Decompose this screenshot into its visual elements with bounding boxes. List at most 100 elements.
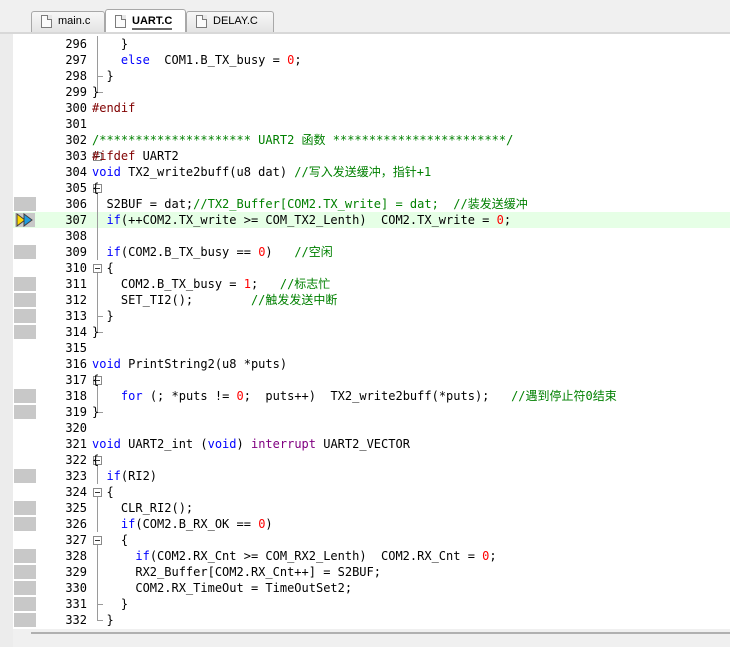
code-line[interactable]: 313 } bbox=[13, 308, 730, 324]
code-line[interactable]: 314} bbox=[13, 324, 730, 340]
code-text[interactable]: else COM1.B_TX_busy = 0; bbox=[92, 52, 302, 68]
gutter-marker[interactable] bbox=[14, 517, 36, 531]
code-line[interactable]: 302 /********************* UART2 函数 *****… bbox=[13, 132, 730, 148]
code-text[interactable]: SET_TI2(); //触发发送中断 bbox=[92, 292, 338, 308]
gutter-marker[interactable] bbox=[14, 501, 36, 515]
code-line[interactable]: 326 if(COM2.B_RX_OK == 0) bbox=[13, 516, 730, 532]
code-text[interactable]: } bbox=[92, 36, 128, 52]
code-text[interactable]: } bbox=[92, 68, 114, 84]
code-line[interactable]: 331 } bbox=[13, 596, 730, 612]
code-token: 0 bbox=[236, 389, 244, 403]
code-text[interactable]: if(++COM2.TX_write >= COM_TX2_Lenth) COM… bbox=[92, 212, 511, 228]
code-text[interactable]: RX2_Buffer[COM2.RX_Cnt++] = S2BUF; bbox=[92, 564, 381, 580]
code-text[interactable]: if(RI2) bbox=[92, 468, 157, 484]
code-text[interactable]: } bbox=[92, 612, 113, 628]
code-line[interactable]: 310 { bbox=[13, 260, 730, 276]
tab-main-c[interactable]: main.c bbox=[31, 11, 105, 32]
code-line[interactable]: 323 if(RI2) bbox=[13, 468, 730, 484]
code-line[interactable]: 317 { bbox=[13, 372, 730, 388]
gutter-marker[interactable] bbox=[14, 389, 36, 403]
gutter-marker[interactable] bbox=[14, 325, 36, 339]
gutter-marker[interactable] bbox=[14, 245, 36, 259]
code-line[interactable]: 324 { bbox=[13, 484, 730, 500]
code-text[interactable]: for (; *puts != 0; puts++) TX2_write2buf… bbox=[92, 388, 617, 404]
code-text[interactable]: void TX2_write2buff(u8 dat) //写入发送缓冲，指针+… bbox=[92, 164, 431, 180]
tab-label: DELAY.C bbox=[213, 15, 258, 27]
code-line[interactable]: 318 for (; *puts != 0; puts++) TX2_write… bbox=[13, 388, 730, 404]
code-line[interactable]: 299} bbox=[13, 84, 730, 100]
code-text[interactable]: { bbox=[92, 372, 99, 388]
code-line[interactable]: 307 if(++COM2.TX_write >= COM_TX2_Lenth)… bbox=[13, 212, 730, 228]
gutter-marker[interactable] bbox=[14, 309, 36, 323]
code-line[interactable]: 297 else COM1.B_TX_busy = 0; bbox=[13, 52, 730, 68]
code-line[interactable]: 325 CLR_RI2(); bbox=[13, 500, 730, 516]
code-text[interactable]: if(COM2.B_RX_OK == 0) bbox=[92, 516, 273, 532]
code-line[interactable]: 319} bbox=[13, 404, 730, 420]
code-line[interactable]: 301 bbox=[13, 116, 730, 132]
line-number: 309 bbox=[65, 245, 87, 259]
code-line[interactable]: 321 void UART2_int (void) interrupt UART2… bbox=[13, 436, 730, 452]
code-line[interactable]: 328 if(COM2.RX_Cnt >= COM_RX2_Lenth) COM… bbox=[13, 548, 730, 564]
gutter-marker[interactable] bbox=[14, 549, 36, 563]
gutter-marker[interactable] bbox=[14, 597, 36, 611]
code-text[interactable]: S2BUF = dat;//TX2_Buffer[COM2.TX_write] … bbox=[92, 196, 527, 212]
code-text[interactable]: } bbox=[92, 308, 113, 324]
code-text[interactable]: } bbox=[92, 596, 128, 612]
gutter-marker[interactable] bbox=[14, 277, 36, 291]
code-text[interactable]: #endif bbox=[92, 100, 135, 116]
code-token: (COM2.RX_Cnt >= COM_RX2_Lenth) COM2.RX_C… bbox=[149, 549, 483, 563]
code-text[interactable]: #ifdef UART2 bbox=[92, 148, 179, 164]
code-text[interactable]: if(COM2.B_TX_busy == 0) //空闲 bbox=[92, 244, 332, 260]
code-text[interactable]: { bbox=[92, 452, 99, 468]
code-line[interactable]: 329 RX2_Buffer[COM2.RX_Cnt++] = S2BUF; bbox=[13, 564, 730, 580]
code-line[interactable]: 312 SET_TI2(); //触发发送中断 bbox=[13, 292, 730, 308]
code-line[interactable]: 304 void TX2_write2buff(u8 dat) //写入发送缓冲，… bbox=[13, 164, 730, 180]
code-line[interactable]: 298 } bbox=[13, 68, 730, 84]
code-line[interactable]: 305 { bbox=[13, 180, 730, 196]
code-token: COM2.B_TX_busy = bbox=[92, 277, 244, 291]
gutter-marker[interactable] bbox=[14, 581, 36, 595]
code-text[interactable]: COM2.RX_TimeOut = TimeOutSet2; bbox=[92, 580, 352, 596]
code-text[interactable]: } bbox=[92, 404, 99, 420]
code-line[interactable]: 303 #ifdef UART2 bbox=[13, 148, 730, 164]
gutter-marker[interactable] bbox=[14, 469, 36, 483]
horizontal-scrollbar[interactable] bbox=[31, 632, 730, 634]
gutter-marker[interactable] bbox=[14, 293, 36, 307]
code-text[interactable]: { bbox=[92, 532, 128, 548]
code-text[interactable]: { bbox=[92, 260, 113, 276]
code-text[interactable]: CLR_RI2(); bbox=[92, 500, 193, 516]
code-line[interactable]: 315 bbox=[13, 340, 730, 356]
code-token: } bbox=[92, 69, 114, 83]
code-line[interactable]: 316 void PrintString2(u8 *puts) bbox=[13, 356, 730, 372]
code-text[interactable]: COM2.B_TX_busy = 1; //标志忙 bbox=[92, 276, 330, 292]
code-text[interactable]: { bbox=[92, 180, 99, 196]
gutter-marker[interactable] bbox=[14, 565, 36, 579]
code-line[interactable]: 306 S2BUF = dat;//TX2_Buffer[COM2.TX_wri… bbox=[13, 196, 730, 212]
code-line[interactable]: 330 COM2.RX_TimeOut = TimeOutSet2; bbox=[13, 580, 730, 596]
code-editor[interactable]: 296 } 297 else COM1.B_TX_busy = 0; 298 } 29… bbox=[13, 34, 730, 629]
code-token: void bbox=[92, 437, 121, 451]
tab-uart-c[interactable]: UART.C bbox=[105, 9, 186, 34]
gutter-marker[interactable] bbox=[14, 405, 36, 419]
code-line[interactable]: 300 #endif bbox=[13, 100, 730, 116]
gutter-marker[interactable] bbox=[14, 613, 36, 627]
code-text[interactable]: /********************* UART2 函数 ********… bbox=[92, 132, 513, 148]
code-line[interactable]: 327 { bbox=[13, 532, 730, 548]
tab-delay-c[interactable]: DELAY.C bbox=[186, 11, 274, 32]
code-text[interactable]: } bbox=[92, 84, 99, 100]
code-text[interactable]: if(COM2.RX_Cnt >= COM_RX2_Lenth) COM2.RX… bbox=[92, 548, 496, 564]
code-token: if bbox=[106, 213, 121, 227]
code-line[interactable]: 311 COM2.B_TX_busy = 1; //标志忙 bbox=[13, 276, 730, 292]
code-line[interactable]: 308 bbox=[13, 228, 730, 244]
code-line[interactable]: 322 { bbox=[13, 452, 730, 468]
code-text[interactable]: void UART2_int (void) interrupt UART2_VE… bbox=[92, 436, 410, 452]
code-text[interactable]: void PrintString2(u8 *puts) bbox=[92, 356, 287, 372]
code-text[interactable]: } bbox=[92, 324, 99, 340]
code-line[interactable]: 320 bbox=[13, 420, 730, 436]
code-line[interactable]: 309 if(COM2.B_TX_busy == 0) //空闲 bbox=[13, 244, 730, 260]
gutter-marker[interactable] bbox=[14, 197, 36, 211]
code-line[interactable]: 332 } bbox=[13, 612, 730, 628]
code-line[interactable]: 296 } bbox=[13, 36, 730, 52]
code-text[interactable]: { bbox=[92, 484, 113, 500]
